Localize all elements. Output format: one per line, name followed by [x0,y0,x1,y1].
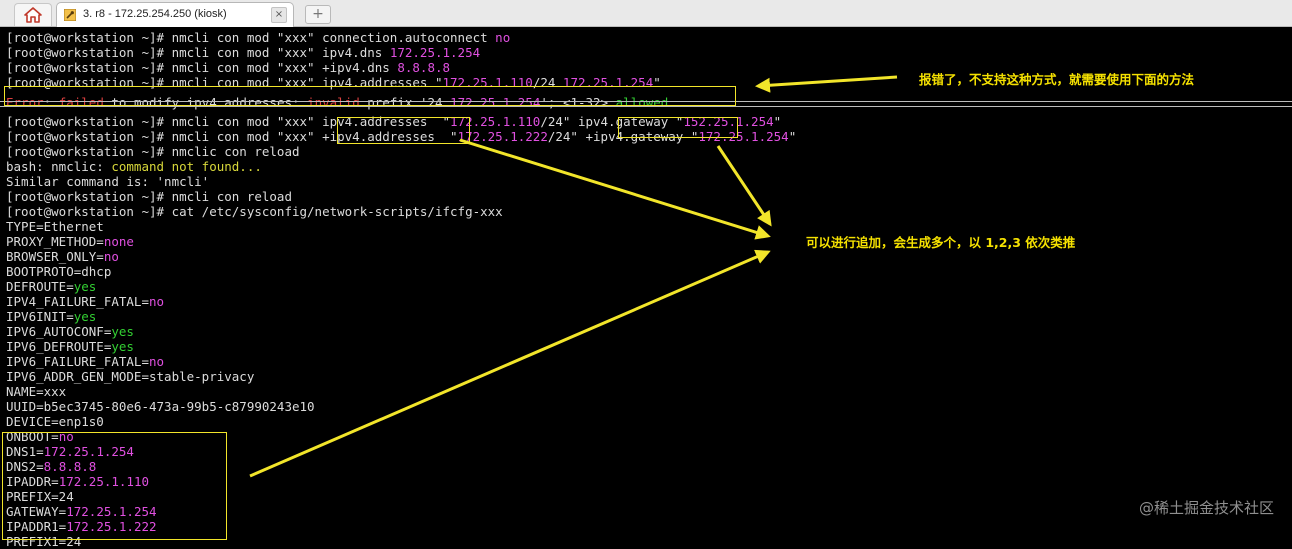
watermark: @稀土掘金技术社区 [1138,499,1274,517]
annotation-arrows [249,75,898,478]
arrow-to-error [755,75,898,93]
arrow-from-gateway [716,145,772,227]
arrow-from-results [249,249,771,478]
